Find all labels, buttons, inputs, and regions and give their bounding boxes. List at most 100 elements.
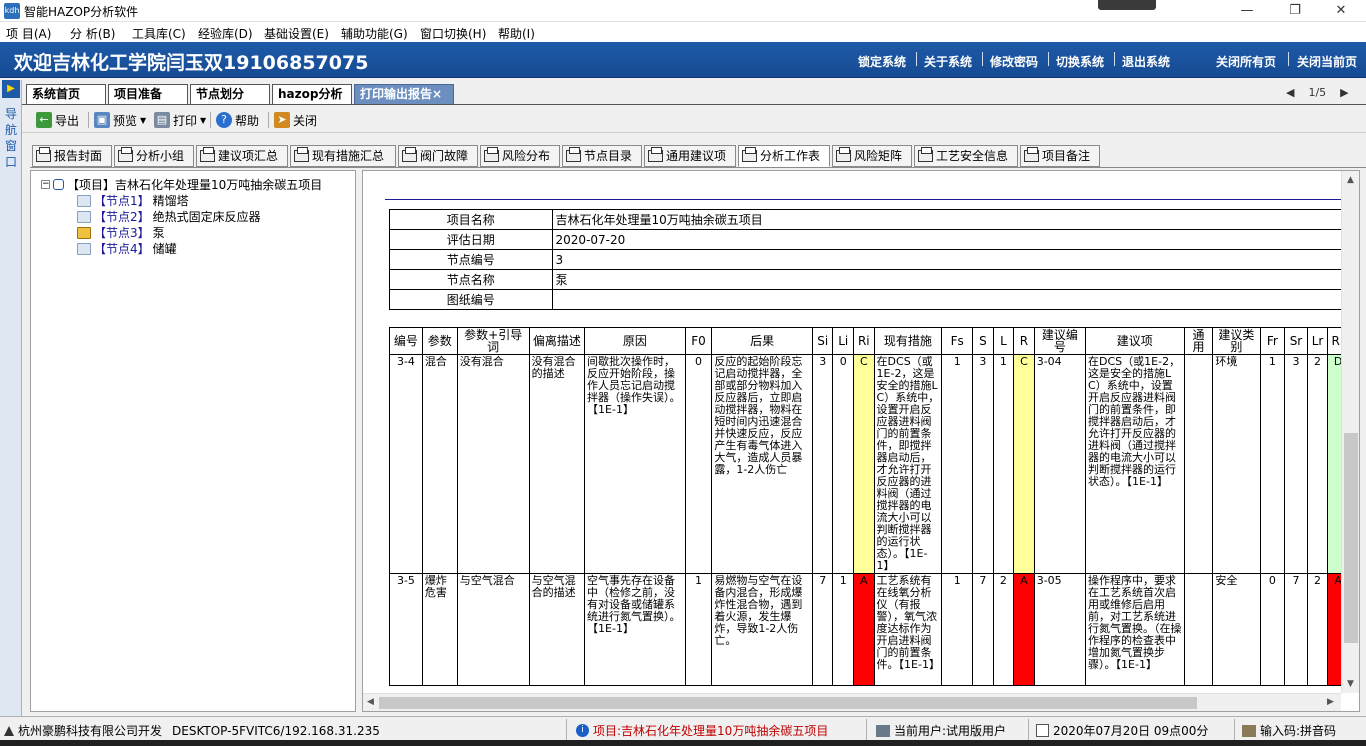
node-icon (77, 242, 91, 255)
tree-node[interactable]: 【节点1】 精馏塔 (77, 192, 189, 209)
cell-suggestion-id: 3-05 (1033, 573, 1087, 686)
expand-nav-icon[interactable]: ▶ (2, 80, 20, 98)
scroll-down-icon[interactable]: ▼ (1347, 679, 1354, 689)
menu-experience[interactable]: 经验库(D) (198, 25, 253, 42)
printer-icon (648, 147, 663, 162)
tree-node[interactable]: 【节点2】 绝热式固定床反应器 (77, 208, 261, 225)
info-value: 2020-07-20 (551, 229, 1341, 250)
export-button[interactable]: ← 导出 (36, 110, 79, 130)
subtab-suggestion-summary[interactable]: 建议项汇总 (196, 145, 288, 167)
titlebar-handle (1098, 0, 1156, 10)
tab-close-icon[interactable]: × (432, 87, 442, 101)
cell-suggestion-id: 3-04 (1033, 354, 1087, 574)
export-label: 导出 (55, 113, 80, 128)
status-project-text: 项目:吉林石化年处理量10万吨抽余碳五项目 (593, 724, 829, 738)
scroll-right-icon[interactable]: ▶ (1327, 697, 1334, 707)
column-header: 编号 (389, 327, 423, 355)
tab-project-prep[interactable]: 项目准备 (108, 84, 188, 104)
horizontal-scroll-thumb[interactable] (379, 697, 1197, 709)
switch-system-link[interactable]: 切换系统 (1056, 53, 1104, 70)
status-ime-text: 输入码:拼音码 (1260, 724, 1337, 738)
subtab-project-notes[interactable]: 项目备注 (1020, 145, 1100, 167)
column-header: 建议编号 (1033, 327, 1087, 355)
subtab-analysis-team[interactable]: 分析小组 (114, 145, 194, 167)
horizontal-scrollbar[interactable]: ◀ ▶ (363, 693, 1341, 711)
cell-rr: D (1327, 354, 1341, 574)
tab-hazop-analysis[interactable]: hazop分析 (272, 84, 352, 104)
prev-page-icon[interactable]: ◀ (1286, 86, 1294, 99)
print-dropdown-icon[interactable]: ▼ (200, 116, 206, 125)
tree-node[interactable]: 【节点4】 储罐 (77, 240, 177, 257)
exit-system-link[interactable]: 退出系统 (1122, 53, 1170, 70)
menu-toolbox[interactable]: 工具库(C) (132, 25, 186, 42)
close-button[interactable]: ➤ 关闭 (274, 110, 317, 130)
column-header: 参数+引导词 (456, 327, 530, 355)
cell-fr: 1 (1259, 354, 1286, 574)
menu-assist[interactable]: 辅助功能(G) (341, 25, 408, 42)
preview-dropdown-icon[interactable]: ▼ (140, 116, 146, 125)
tab-print-report[interactable]: 打印输出报告× (354, 84, 454, 104)
menu-bar: 项 目(A) 分 析(B) 工具库(C) 经验库(D) 基础设置(E) 辅助功能… (0, 22, 1366, 42)
menu-settings[interactable]: 基础设置(E) (264, 25, 329, 42)
subtab-label: 建议项汇总 (218, 149, 279, 163)
collapse-icon[interactable]: − (41, 180, 50, 189)
subtab-strip-line (30, 167, 1366, 168)
lock-system-link[interactable]: 锁定系统 (858, 53, 906, 70)
subtab-node-directory[interactable]: 节点目录 (562, 145, 642, 167)
menu-project[interactable]: 项 目(A) (6, 25, 51, 42)
minimize-button[interactable]: — (1224, 2, 1270, 20)
cell-measure: 在DCS（或1E-2，这是安全的措施LC）系统中，设置开启反应器进料阀门的前置条… (873, 354, 943, 574)
about-system-link[interactable]: 关于系统 (924, 53, 972, 70)
cell-f0: 1 (684, 573, 713, 686)
cell-s: 7 (972, 573, 994, 686)
column-header: L (992, 327, 1015, 355)
tab-pager: ◀ 1/5 ▶ (1286, 86, 1349, 99)
preview-button[interactable]: ▣ 预览 ▼ (94, 110, 146, 130)
nav-window-strip[interactable]: ▶ 导航窗口 (0, 80, 22, 716)
subtab-valve-failure[interactable]: 阀门故障 (398, 145, 478, 167)
change-password-link[interactable]: 修改密码 (990, 53, 1038, 70)
cell-measure: 工艺系统有在线氧分析仪（有报警），氧气浓度达标作为开启进料阀门的前置条件。【1E… (873, 573, 943, 686)
menu-analysis[interactable]: 分 析(B) (70, 25, 115, 42)
tab-node-division[interactable]: 节点划分 (190, 84, 270, 104)
cell-consequence: 反应的起始阶段忘记启动搅拌器，全部或部分物料加入反应器后，立即启动搅拌器，物料在… (711, 354, 813, 574)
tree-node-selected[interactable]: 【节点3】泵 (77, 224, 165, 241)
close-window-button[interactable]: ✕ (1318, 2, 1364, 20)
close-current-page-link[interactable]: 关闭当前页 (1297, 53, 1357, 70)
subtab-measure-summary[interactable]: 现有措施汇总 (290, 145, 396, 167)
cell-lr: 2 (1306, 354, 1329, 574)
subtab-risk-distribution[interactable]: 风险分布 (480, 145, 560, 167)
welcome-text: 欢迎吉林化工学院闫玉双19106857075 (14, 52, 369, 74)
table-row: 3-5 爆炸危害 与空气混合 与空气混合的描述 空气事先存在设备中（检修之前，没… (389, 573, 1341, 686)
subtab-general-suggestions[interactable]: 通用建议项 (644, 145, 736, 167)
cell-li: 1 (832, 573, 855, 686)
nav-window-label[interactable]: 导航窗口 (4, 106, 18, 170)
subtab-risk-matrix[interactable]: 风险矩阵 (832, 145, 912, 167)
column-header: 后果 (711, 327, 813, 355)
scroll-left-icon[interactable]: ◀ (367, 697, 374, 707)
tab-home[interactable]: 系统首页 (26, 84, 106, 104)
cell-param: 混合 (421, 354, 458, 574)
subtab-report-cover[interactable]: 报告封面 (32, 145, 112, 167)
tree-root[interactable]: − 【项目】吉林石化年处理量10万吨抽余碳五项目 (41, 176, 322, 193)
column-header: Ri (853, 327, 875, 355)
vertical-scroll-thumb[interactable] (1344, 433, 1358, 643)
menu-help[interactable]: 帮助(I) (498, 25, 535, 42)
taskbar-edge (0, 740, 1366, 746)
vertical-scrollbar[interactable]: ▲ ▼ (1341, 171, 1359, 693)
subtab-label: 分析小组 (136, 149, 185, 163)
next-page-icon[interactable]: ▶ (1340, 86, 1348, 99)
brand-icon (4, 725, 14, 736)
restore-button[interactable]: ❐ (1272, 2, 1318, 20)
scroll-up-icon[interactable]: ▲ (1347, 175, 1354, 185)
help-button[interactable]: ? 帮助 (216, 110, 259, 130)
subtab-analysis-worksheet[interactable]: 分析工作表 (738, 145, 830, 167)
status-company: 杭州豪鹏科技有限公司开发 DESKTOP-5FVITC6/192.168.31.2… (4, 722, 380, 739)
info-row: 图纸编号 (389, 289, 1341, 310)
subtab-process-safety-info[interactable]: 工艺安全信息 (914, 145, 1018, 167)
cell-l: 1 (992, 354, 1015, 574)
cell-fs: 1 (941, 573, 974, 686)
close-all-pages-link[interactable]: 关闭所有页 (1216, 53, 1276, 70)
print-button[interactable]: ▤ 打印 ▼ (154, 110, 206, 130)
menu-window[interactable]: 窗口切换(H) (420, 25, 486, 42)
